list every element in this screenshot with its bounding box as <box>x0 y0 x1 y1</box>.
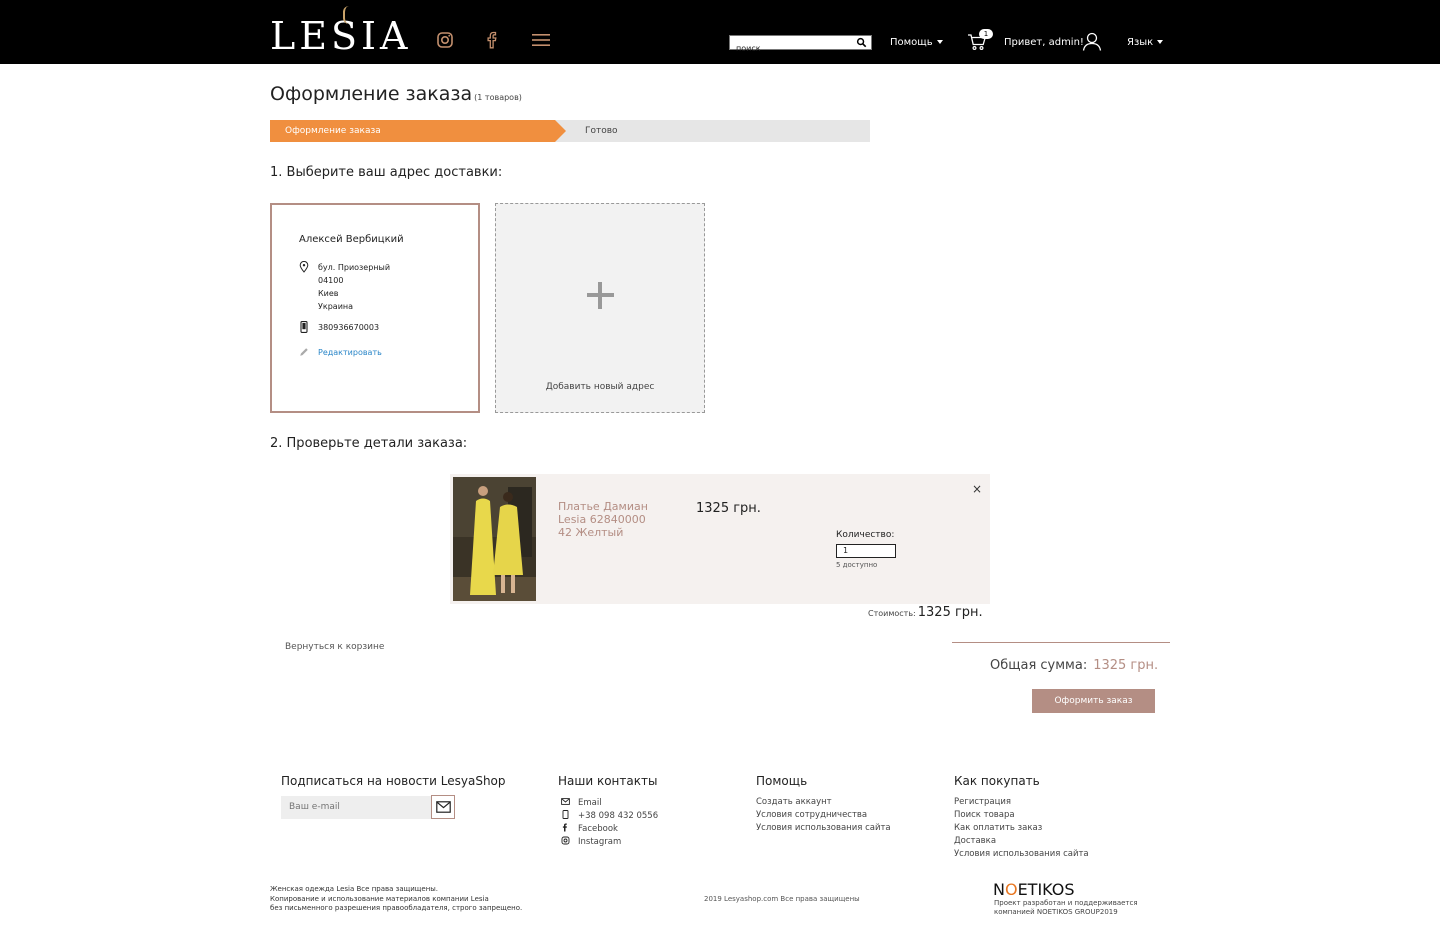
newsletter-email-input[interactable] <box>281 796 431 819</box>
instagram-icon[interactable] <box>435 30 455 50</box>
product-image[interactable] <box>453 477 536 601</box>
logo-flame-mark <box>343 6 351 24</box>
language-menu-label: Язык <box>1127 37 1154 48</box>
product-sku: Lesia 62840000 <box>558 513 646 526</box>
order-total: Общая сумма: 1325 грн. <box>990 658 1158 673</box>
developer-credit-line: Проект разработан и поддерживается <box>994 899 1138 907</box>
menu-hamburger-icon[interactable] <box>531 30 551 50</box>
site-logo[interactable]: LESIA <box>270 6 411 58</box>
order-item: Платье Дамиан Lesia 62840000 42 Желтый 1… <box>450 474 990 604</box>
developer-credit: Проект разработан и поддерживается компа… <box>994 899 1138 917</box>
contact-email-label: Email <box>578 798 602 808</box>
back-to-cart-link[interactable]: Вернуться к корзине <box>285 642 384 652</box>
item-cost: Стоимость: 1325 грн. <box>868 605 983 620</box>
search-box <box>729 35 872 55</box>
stock-available: 5 доступно <box>836 561 878 569</box>
envelope-icon <box>436 801 451 813</box>
help-title: Помощь <box>756 774 808 788</box>
address-phone-text: 380936670003 <box>318 323 380 332</box>
plus-icon <box>584 278 618 312</box>
address-street: бул. Приозерный <box>318 263 391 272</box>
step-done: Готово <box>585 126 618 136</box>
delivery-section-title: 1. Выберите ваш адрес доставки: <box>270 165 503 180</box>
product-price: 1325 грн. <box>696 501 761 516</box>
legal-line: без письменного разрешения правообладате… <box>270 904 523 912</box>
contact-instagram-label: Instagram <box>578 837 622 847</box>
buy-link-delivery[interactable]: Доставка <box>954 836 996 846</box>
facebook-icon[interactable] <box>483 30 503 50</box>
search-icon[interactable] <box>856 37 867 48</box>
contact-facebook-label: Facebook <box>578 824 618 834</box>
total-value: 1325 грн. <box>1093 658 1159 673</box>
cost-value: 1325 грн. <box>917 605 983 620</box>
help-link-create-account[interactable]: Создать аккаунт <box>756 797 832 807</box>
contact-facebook[interactable]: Facebook <box>561 823 618 834</box>
chevron-down-icon <box>1157 40 1164 44</box>
help-link-cooperation[interactable]: Условия сотрудничества <box>756 810 867 820</box>
developer-credit-line: компанией NOETIKOS GROUP2019 <box>994 908 1118 916</box>
quantity-input[interactable]: 1 <box>836 544 896 558</box>
contact-email[interactable]: Email <box>561 797 602 808</box>
remove-item-close-icon[interactable]: × <box>972 482 982 496</box>
address-city: Киев <box>318 289 339 298</box>
help-link-terms[interactable]: Условия использования сайта <box>756 823 891 833</box>
item-count: (1 товаров) <box>474 93 522 102</box>
help-menu-label: Помощь <box>890 37 933 48</box>
map-pin-icon <box>299 261 309 273</box>
quantity-label: Количество: <box>836 530 895 540</box>
help-menu[interactable]: Помощь <box>890 37 943 48</box>
contact-phone-label: +38 098 432 0556 <box>578 811 659 821</box>
order-section-title: 2. Проверьте детали заказа: <box>270 436 468 451</box>
contact-phone[interactable]: +38 098 432 0556 <box>561 810 658 821</box>
total-divider <box>952 642 1170 643</box>
site-header: LESIA Помощь 1 Привет, admin! Язык <box>0 0 1440 64</box>
place-order-button[interactable]: Оформить заказ <box>1032 689 1155 713</box>
copyright: 2019 Lesyashop.com Все права защищены <box>704 895 860 903</box>
add-address-label: Добавить новый адрес <box>545 382 655 392</box>
total-label: Общая сумма: <box>990 658 1088 673</box>
edit-address-link[interactable]: Редактировать <box>318 346 382 359</box>
page-title-text: Оформление заказа <box>270 83 473 105</box>
cart-count-badge: 1 <box>979 29 993 39</box>
contact-instagram[interactable]: Instagram <box>561 836 621 847</box>
pencil-icon <box>300 348 308 356</box>
address-card-selected[interactable]: Алексей Вербицкий бул. Приозерный 04100 … <box>270 203 480 413</box>
buy-link-terms[interactable]: Условия использования сайта <box>954 849 1089 859</box>
address-name: Алексей Вербицкий <box>299 234 404 245</box>
facebook-icon <box>562 823 567 832</box>
add-address-card[interactable]: Добавить новый адрес <box>495 203 705 413</box>
user-greeting[interactable]: Привет, admin! <box>1004 37 1084 48</box>
address-zip: 04100 <box>318 276 344 285</box>
user-account-icon[interactable] <box>1082 31 1102 51</box>
checkout-steps: Оформление заказа Готово <box>270 120 870 142</box>
subscribe-title: Подписаться на новости LesyaShop <box>281 774 506 788</box>
buy-link-search[interactable]: Поиск товара <box>954 810 1015 820</box>
contacts-title: Наши контакты <box>558 774 658 788</box>
how-to-buy-title: Как покупать <box>954 774 1040 788</box>
phone-icon <box>562 810 569 819</box>
mail-icon <box>561 798 570 805</box>
language-menu[interactable]: Язык <box>1127 37 1164 48</box>
step-checkout: Оформление заказа <box>270 120 566 142</box>
phone-icon <box>300 321 308 333</box>
buy-link-registration[interactable]: Регистрация <box>954 797 1011 807</box>
product-name[interactable]: Платье Дамиан Lesia 62840000 42 Желтый <box>558 500 678 539</box>
legal-line: Копирование и использование материалов к… <box>270 894 489 903</box>
page-title: Оформление заказа (1 товаров) <box>270 83 522 105</box>
address-country: Украина <box>318 302 354 311</box>
newsletter-submit-button[interactable] <box>431 795 455 819</box>
buy-link-payment[interactable]: Как оплатить заказ <box>954 823 1042 833</box>
cost-label: Стоимость: <box>868 609 916 618</box>
search-input[interactable] <box>730 42 850 55</box>
legal-notice: Женская одежда Lesia Все права защищены.… <box>270 885 522 914</box>
legal-line: Женская одежда Lesia Все права защищены. <box>270 885 439 893</box>
product-variant: 42 Желтый <box>558 526 624 539</box>
developer-logo[interactable]: NOETIKOS <box>993 880 1075 899</box>
product-title: Платье Дамиан <box>558 500 648 513</box>
instagram-icon <box>561 836 570 845</box>
chevron-down-icon <box>936 40 943 44</box>
